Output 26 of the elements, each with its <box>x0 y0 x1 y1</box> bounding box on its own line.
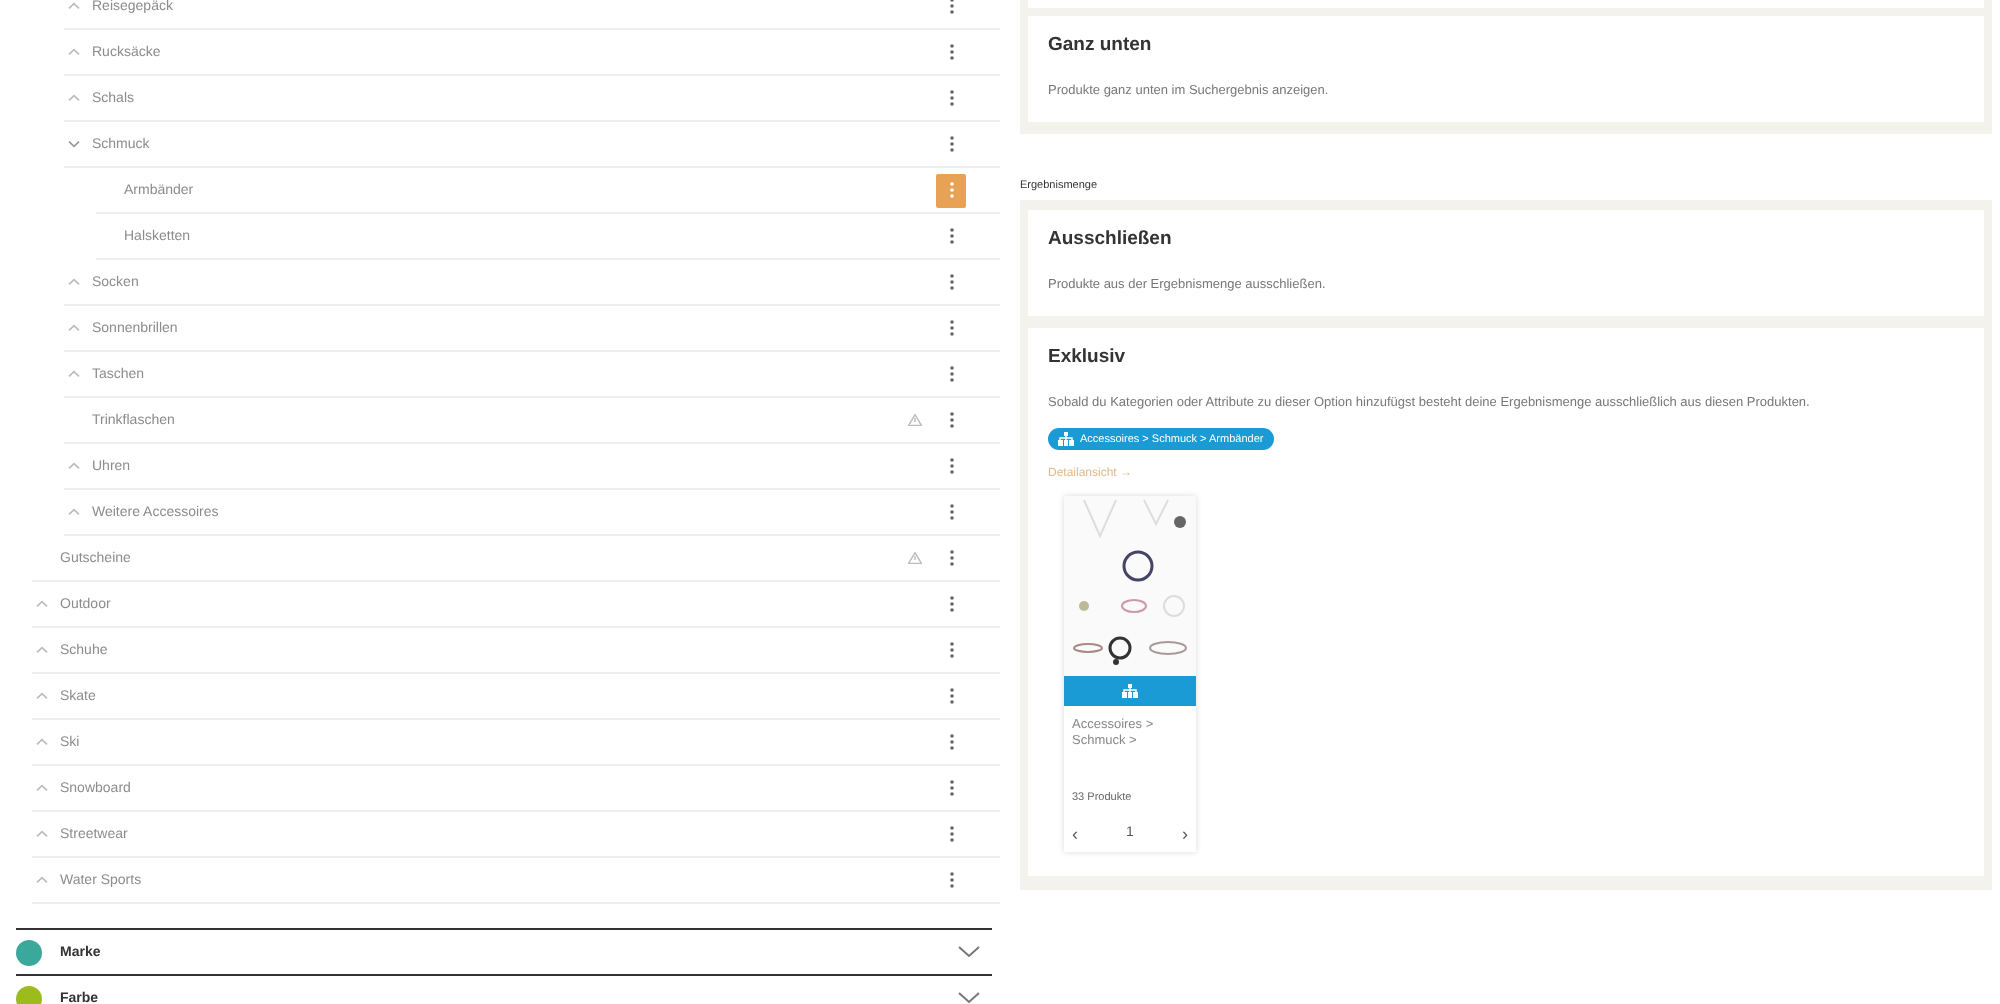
option-title: Ganz unten <box>1048 34 1154 56</box>
caret-icon[interactable] <box>36 646 48 654</box>
caret-icon[interactable] <box>68 48 80 56</box>
caret-icon[interactable] <box>68 94 80 102</box>
caret-icon[interactable] <box>36 784 48 792</box>
caret-icon[interactable] <box>68 462 80 470</box>
option-title: Exklusiv <box>1048 346 1128 368</box>
caret-icon[interactable] <box>36 830 48 838</box>
caret-icon[interactable] <box>68 370 80 378</box>
hierarchy-icon <box>1058 432 1074 446</box>
caret-icon[interactable] <box>68 508 80 516</box>
caret-icon[interactable] <box>36 876 48 884</box>
more-menu-button[interactable] <box>936 173 966 207</box>
caret-icon[interactable] <box>36 738 48 746</box>
caret-icon[interactable] <box>68 2 80 10</box>
caret-icon[interactable] <box>68 278 80 286</box>
previous-button[interactable]: ‹ <box>1072 823 1078 844</box>
caret-icon[interactable] <box>68 324 80 332</box>
chevron-icon[interactable] <box>958 946 980 958</box>
option-title: Ausschließen <box>1048 228 1174 250</box>
caret-icon[interactable] <box>36 692 48 700</box>
hierarchy-icon <box>1122 684 1138 698</box>
caret-icon[interactable] <box>36 600 48 608</box>
next-button[interactable]: › <box>1182 823 1188 844</box>
chevron-icon[interactable] <box>958 992 980 1004</box>
caret-icon[interactable] <box>68 140 80 148</box>
